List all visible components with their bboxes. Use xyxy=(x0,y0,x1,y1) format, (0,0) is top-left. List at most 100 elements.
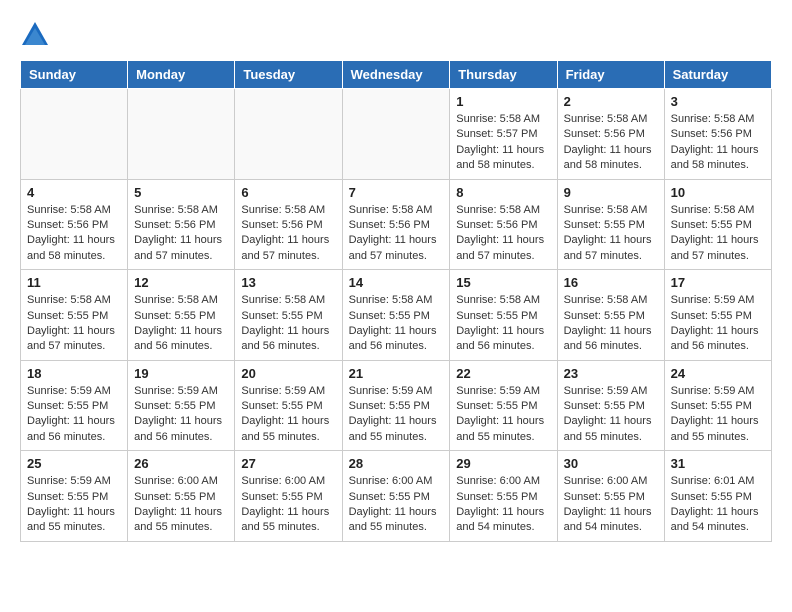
days-header-row: SundayMondayTuesdayWednesdayThursdayFrid… xyxy=(21,61,772,89)
day-number: 17 xyxy=(671,275,765,290)
day-info: Sunrise: 5:58 AM Sunset: 5:56 PM Dayligh… xyxy=(349,203,444,265)
calendar-cell: 25 Sunrise: 5:59 AM Sunset: 5:55 PM Dayli… xyxy=(21,451,128,542)
logo xyxy=(20,20,55,50)
day-number: 27 xyxy=(241,456,335,471)
week-row-5: 25 Sunrise: 5:59 AM Sunset: 5:55 PM Dayli… xyxy=(21,451,772,542)
day-info: Sunrise: 5:59 AM Sunset: 5:55 PM Dayligh… xyxy=(671,384,765,446)
calendar-cell: 6 Sunrise: 5:58 AM Sunset: 5:56 PM Daylig… xyxy=(235,179,342,270)
calendar-cell: 23Sunrise: 5:59 AM Sunset: 5:55 PM Dayli… xyxy=(557,360,664,451)
calendar-cell: 7 Sunrise: 5:58 AM Sunset: 5:56 PM Daylig… xyxy=(342,179,450,270)
day-number: 11 xyxy=(27,275,121,290)
calendar-cell: 28 Sunrise: 6:00 AM Sunset: 5:55 PM Dayli… xyxy=(342,451,450,542)
calendar-cell: 5 Sunrise: 5:58 AM Sunset: 5:56 PM Daylig… xyxy=(128,179,235,270)
day-info: Sunrise: 6:00 AM Sunset: 5:55 PM Dayligh… xyxy=(134,474,228,536)
day-info: Sunrise: 5:58 AM Sunset: 5:56 PM Dayligh… xyxy=(564,112,658,174)
calendar-cell: 12 Sunrise: 5:58 AM Sunset: 5:55 PM Dayli… xyxy=(128,270,235,361)
day-number: 16 xyxy=(564,275,658,290)
day-info: Sunrise: 5:58 AM Sunset: 5:56 PM Dayligh… xyxy=(27,203,121,265)
day-info: Sunrise: 5:58 AM Sunset: 5:55 PM Dayligh… xyxy=(134,293,228,355)
calendar-cell: 15 Sunrise: 5:58 AM Sunset: 5:55 PM Dayli… xyxy=(450,270,557,361)
day-info: Sunrise: 5:59 AM Sunset: 5:55 PM Dayligh… xyxy=(349,384,444,446)
day-info: Sunrise: 5:59 AM Sunset: 5:55 PM Dayligh… xyxy=(27,474,121,536)
calendar-cell: 22 Sunrise: 5:59 AM Sunset: 5:55 PM Dayli… xyxy=(450,360,557,451)
day-header-sunday: Sunday xyxy=(21,61,128,89)
day-info: Sunrise: 5:58 AM Sunset: 5:55 PM Dayligh… xyxy=(564,203,658,265)
day-number: 19 xyxy=(134,366,228,381)
day-info: Sunrise: 5:59 AM Sunset: 5:55 PM Dayligh… xyxy=(241,384,335,446)
day-info: Sunrise: 5:58 AM Sunset: 5:55 PM Dayligh… xyxy=(671,203,765,265)
day-header-saturday: Saturday xyxy=(664,61,771,89)
calendar-cell: 8 Sunrise: 5:58 AM Sunset: 5:56 PM Daylig… xyxy=(450,179,557,270)
day-info: Sunrise: 5:58 AM Sunset: 5:56 PM Dayligh… xyxy=(671,112,765,174)
day-number: 6 xyxy=(241,185,335,200)
day-info: Sunrise: 6:00 AM Sunset: 5:55 PM Dayligh… xyxy=(456,474,550,536)
calendar-cell: 24 Sunrise: 5:59 AM Sunset: 5:55 PM Dayli… xyxy=(664,360,771,451)
day-number: 28 xyxy=(349,456,444,471)
calendar-cell: 19 Sunrise: 5:59 AM Sunset: 5:55 PM Dayli… xyxy=(128,360,235,451)
day-info: Sunrise: 5:58 AM Sunset: 5:55 PM Dayligh… xyxy=(27,293,121,355)
day-number: 12 xyxy=(134,275,228,290)
calendar-cell: 20 Sunrise: 5:59 AM Sunset: 5:55 PM Dayli… xyxy=(235,360,342,451)
day-number: 21 xyxy=(349,366,444,381)
day-number: 29 xyxy=(456,456,550,471)
day-info: Sunrise: 5:59 AM Sunset: 5:55 PM Dayligh… xyxy=(27,384,121,446)
week-row-4: 18Sunrise: 5:59 AM Sunset: 5:55 PM Dayli… xyxy=(21,360,772,451)
day-info: Sunrise: 5:59 AM Sunset: 5:55 PM Dayligh… xyxy=(564,384,658,446)
day-header-friday: Friday xyxy=(557,61,664,89)
day-number: 20 xyxy=(241,366,335,381)
day-number: 13 xyxy=(241,275,335,290)
calendar-cell: 9 Sunrise: 5:58 AM Sunset: 5:55 PM Daylig… xyxy=(557,179,664,270)
day-header-monday: Monday xyxy=(128,61,235,89)
calendar-cell xyxy=(21,89,128,180)
day-info: Sunrise: 5:58 AM Sunset: 5:55 PM Dayligh… xyxy=(241,293,335,355)
calendar-cell: 30Sunrise: 6:00 AM Sunset: 5:55 PM Dayli… xyxy=(557,451,664,542)
calendar-cell: 3 Sunrise: 5:58 AM Sunset: 5:56 PM Daylig… xyxy=(664,89,771,180)
calendar-cell: 26 Sunrise: 6:00 AM Sunset: 5:55 PM Dayli… xyxy=(128,451,235,542)
calendar-cell: 11 Sunrise: 5:58 AM Sunset: 5:55 PM Dayli… xyxy=(21,270,128,361)
day-number: 8 xyxy=(456,185,550,200)
day-number: 22 xyxy=(456,366,550,381)
day-number: 24 xyxy=(671,366,765,381)
day-number: 3 xyxy=(671,94,765,109)
calendar: SundayMondayTuesdayWednesdayThursdayFrid… xyxy=(20,60,772,542)
day-info: Sunrise: 5:59 AM Sunset: 5:55 PM Dayligh… xyxy=(671,293,765,355)
calendar-cell: 31 Sunrise: 6:01 AM Sunset: 5:55 PM Dayli… xyxy=(664,451,771,542)
day-info: Sunrise: 5:59 AM Sunset: 5:55 PM Dayligh… xyxy=(134,384,228,446)
day-number: 5 xyxy=(134,185,228,200)
calendar-cell: 29 Sunrise: 6:00 AM Sunset: 5:55 PM Dayli… xyxy=(450,451,557,542)
week-row-3: 11 Sunrise: 5:58 AM Sunset: 5:55 PM Dayli… xyxy=(21,270,772,361)
logo-icon xyxy=(20,20,50,50)
day-info: Sunrise: 5:58 AM Sunset: 5:56 PM Dayligh… xyxy=(456,203,550,265)
calendar-cell xyxy=(128,89,235,180)
day-number: 26 xyxy=(134,456,228,471)
calendar-cell: 4 Sunrise: 5:58 AM Sunset: 5:56 PM Daylig… xyxy=(21,179,128,270)
day-number: 31 xyxy=(671,456,765,471)
week-row-1: 1Sunrise: 5:58 AM Sunset: 5:57 PM Daylig… xyxy=(21,89,772,180)
calendar-cell: 17 Sunrise: 5:59 AM Sunset: 5:55 PM Dayli… xyxy=(664,270,771,361)
calendar-cell xyxy=(342,89,450,180)
calendar-cell: 13 Sunrise: 5:58 AM Sunset: 5:55 PM Dayli… xyxy=(235,270,342,361)
calendar-cell: 1Sunrise: 5:58 AM Sunset: 5:57 PM Daylig… xyxy=(450,89,557,180)
day-info: Sunrise: 6:00 AM Sunset: 5:55 PM Dayligh… xyxy=(564,474,658,536)
day-info: Sunrise: 5:58 AM Sunset: 5:56 PM Dayligh… xyxy=(241,203,335,265)
week-row-2: 4 Sunrise: 5:58 AM Sunset: 5:56 PM Daylig… xyxy=(21,179,772,270)
calendar-cell: 27 Sunrise: 6:00 AM Sunset: 5:55 PM Dayli… xyxy=(235,451,342,542)
day-number: 9 xyxy=(564,185,658,200)
day-info: Sunrise: 5:58 AM Sunset: 5:55 PM Dayligh… xyxy=(456,293,550,355)
page-header xyxy=(20,20,772,50)
day-info: Sunrise: 5:59 AM Sunset: 5:55 PM Dayligh… xyxy=(456,384,550,446)
day-info: Sunrise: 6:00 AM Sunset: 5:55 PM Dayligh… xyxy=(349,474,444,536)
day-header-wednesday: Wednesday xyxy=(342,61,450,89)
day-number: 15 xyxy=(456,275,550,290)
day-info: Sunrise: 5:58 AM Sunset: 5:55 PM Dayligh… xyxy=(564,293,658,355)
calendar-cell: 21 Sunrise: 5:59 AM Sunset: 5:55 PM Dayli… xyxy=(342,360,450,451)
day-info: Sunrise: 5:58 AM Sunset: 5:56 PM Dayligh… xyxy=(134,203,228,265)
day-number: 10 xyxy=(671,185,765,200)
day-info: Sunrise: 6:00 AM Sunset: 5:55 PM Dayligh… xyxy=(241,474,335,536)
day-number: 25 xyxy=(27,456,121,471)
day-number: 4 xyxy=(27,185,121,200)
calendar-cell: 14Sunrise: 5:58 AM Sunset: 5:55 PM Dayli… xyxy=(342,270,450,361)
day-number: 14 xyxy=(349,275,444,290)
day-number: 7 xyxy=(349,185,444,200)
day-info: Sunrise: 6:01 AM Sunset: 5:55 PM Dayligh… xyxy=(671,474,765,536)
